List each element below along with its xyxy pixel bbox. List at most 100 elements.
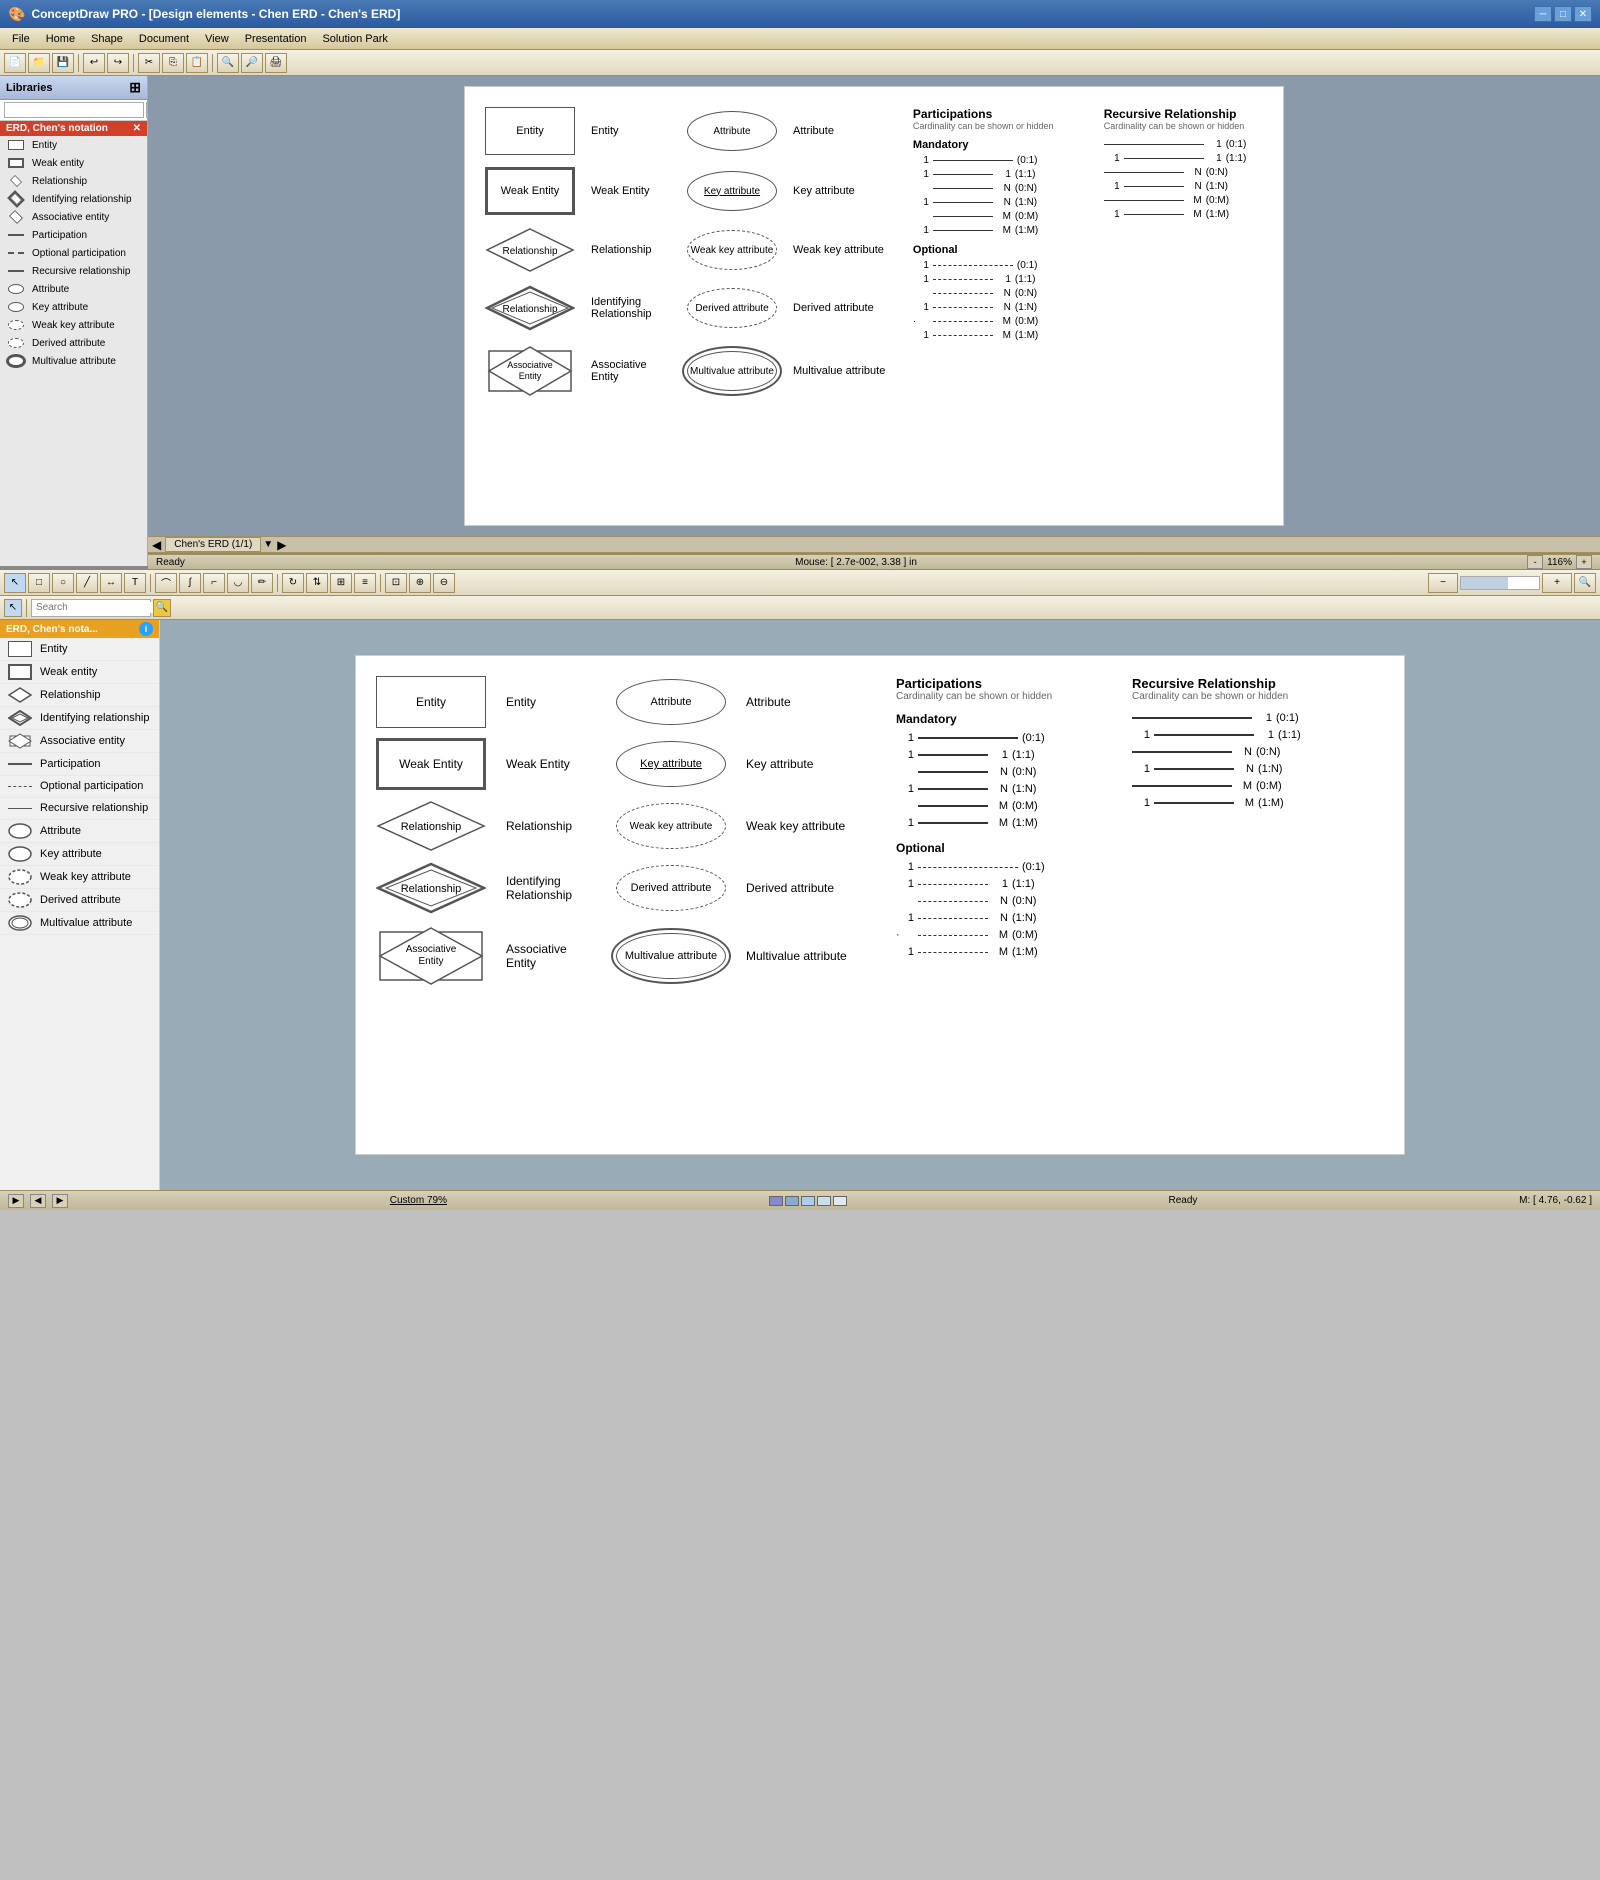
sidebar-item-weak-entity-bottom[interactable]: Weak entity xyxy=(0,661,159,684)
tb-zoom-icon[interactable]: 🔍 xyxy=(1574,573,1596,593)
shape-derived-attr-bottom[interactable]: Derived attribute xyxy=(616,865,726,911)
zoom-slider[interactable] xyxy=(1460,576,1540,590)
sidebar-item-recursive-bottom[interactable]: Recursive relationship xyxy=(0,798,159,821)
shape-multivalue-attr-top[interactable]: Multivalue attribute xyxy=(687,351,777,391)
diagram-box-bottom[interactable]: Entity Entity Attribute Attribute Weak E… xyxy=(355,655,1405,1155)
sidebar-item-relationship-top[interactable]: Relationship xyxy=(0,172,147,190)
tb-group[interactable]: ⊞ xyxy=(330,573,352,593)
search-field-bottom[interactable] xyxy=(31,599,151,617)
play-btn[interactable]: ▶ xyxy=(8,1194,24,1208)
tab-dropdown[interactable]: ▼ xyxy=(263,539,273,550)
library-group-close[interactable]: ✕ xyxy=(133,123,141,134)
shape-multivalue-attr-bottom[interactable]: Multivalue attribute xyxy=(616,933,726,979)
shape-weak-key-attr-top[interactable]: Weak key attribute xyxy=(687,230,777,270)
sidebar-item-entity-bottom[interactable]: Entity xyxy=(0,638,159,661)
menu-home[interactable]: Home xyxy=(38,31,83,47)
menu-view[interactable]: View xyxy=(197,31,237,47)
tb-zoom-in-b[interactable]: ⊕ xyxy=(409,573,431,593)
shape-weak-key-attr-bottom[interactable]: Weak key attribute xyxy=(616,803,726,849)
tb-open[interactable]: 📁 xyxy=(28,53,50,73)
tb-connector[interactable]: ↔ xyxy=(100,573,122,593)
shape-weak-entity-top[interactable]: Weak Entity xyxy=(485,167,575,215)
shape-attribute-top[interactable]: Attribute xyxy=(687,111,777,151)
sidebar-item-participation-top[interactable]: Participation xyxy=(0,226,147,244)
tb-undo[interactable]: ↩ xyxy=(83,53,105,73)
sidebar-item-optional-top[interactable]: Optional participation xyxy=(0,244,147,262)
sidebar-item-optional-bottom[interactable]: Optional participation xyxy=(0,776,159,798)
restore-button[interactable]: □ xyxy=(1554,6,1572,22)
tb-flip[interactable]: ⇅ xyxy=(306,573,328,593)
tb-curve[interactable]: ⌒ xyxy=(155,573,177,593)
tab-next[interactable]: ▶ xyxy=(277,538,286,552)
search-input-bottom[interactable] xyxy=(36,602,168,613)
shape-entity-top[interactable]: Entity xyxy=(485,107,575,155)
minimize-button[interactable]: ─ xyxy=(1534,6,1552,22)
close-button[interactable]: ✕ xyxy=(1574,6,1592,22)
sidebar-item-key-bottom[interactable]: Key attribute xyxy=(0,843,159,866)
shape-attribute-bottom[interactable]: Attribute xyxy=(616,679,726,725)
tb-paste[interactable]: 📋 xyxy=(186,53,208,73)
tab-chen-erd-top[interactable]: Chen's ERD (1/1) xyxy=(165,537,261,552)
sidebar-item-associative-bottom[interactable]: Associative entity xyxy=(0,730,159,753)
tb-select[interactable]: ↖ xyxy=(4,573,26,593)
tb-zoom-fit[interactable]: ⊡ xyxy=(385,573,407,593)
shape-identifying-bottom[interactable]: Relationship xyxy=(376,862,486,914)
menu-solution-park[interactable]: Solution Park xyxy=(314,31,395,47)
shape-identifying-top[interactable]: Relationship xyxy=(485,285,575,331)
tb-text[interactable]: T xyxy=(124,573,146,593)
next-btn[interactable]: ▶ xyxy=(52,1194,68,1208)
sidebar-item-identifying-bottom[interactable]: Identifying relationship xyxy=(0,707,159,730)
zoom-out-top[interactable]: - xyxy=(1527,555,1543,569)
sidebar-item-derived-top[interactable]: Derived attribute xyxy=(0,334,147,352)
tb-print[interactable]: 🖨 xyxy=(265,53,287,73)
zoom-in-top[interactable]: + xyxy=(1576,555,1592,569)
tb-zoom-out[interactable]: 🔎 xyxy=(241,53,263,73)
sidebar-item-entity-top[interactable]: Entity xyxy=(0,136,147,154)
tb-save[interactable]: 💾 xyxy=(52,53,74,73)
tb-arc[interactable]: ◡ xyxy=(227,573,249,593)
tb-search-go[interactable]: 🔍 xyxy=(153,599,171,617)
sidebar-item-multivalue-bottom[interactable]: Multivalue attribute xyxy=(0,912,159,935)
sidebar-item-weak-entity-top[interactable]: Weak entity xyxy=(0,154,147,172)
tab-prev[interactable]: ◀ xyxy=(152,538,161,552)
menu-file[interactable]: File xyxy=(4,31,38,47)
tb-pen[interactable]: ✏ xyxy=(251,573,273,593)
tb-ellipse[interactable]: ○ xyxy=(52,573,74,593)
prev-btn[interactable]: ◀ xyxy=(30,1194,46,1208)
tb-cut[interactable]: ✂ xyxy=(138,53,160,73)
sidebar-item-attribute-bottom[interactable]: Attribute xyxy=(0,820,159,843)
diagram-box-top[interactable]: Entity Entity Attribute Attribute Weak E… xyxy=(464,86,1284,526)
shape-associative-bottom[interactable]: AssociativeEntity xyxy=(376,924,486,988)
sidebar-item-attribute-top[interactable]: Attribute xyxy=(0,280,147,298)
library-group-header-top[interactable]: ERD, Chen's notation ✕ xyxy=(0,121,147,136)
shape-entity-bottom[interactable]: Entity xyxy=(376,676,486,728)
sidebar-item-weak-key-bottom[interactable]: Weak key attribute xyxy=(0,866,159,889)
shape-relationship-top[interactable]: Relationship xyxy=(485,227,575,273)
sidebar-item-recursive-top[interactable]: Recursive relationship xyxy=(0,262,147,280)
tb-line[interactable]: ╱ xyxy=(76,573,98,593)
tb-pointer[interactable]: ↖ xyxy=(4,599,22,617)
tb-zoom-in[interactable]: 🔍 xyxy=(217,53,239,73)
sidebar-item-participation-bottom[interactable]: Participation xyxy=(0,753,159,776)
sidebar-item-relationship-bottom[interactable]: Relationship xyxy=(0,684,159,707)
sidebar-item-identifying-top[interactable]: Identifying relationship xyxy=(0,190,147,208)
tb-bezier[interactable]: ∫ xyxy=(179,573,201,593)
menu-presentation[interactable]: Presentation xyxy=(237,31,315,47)
menu-shape[interactable]: Shape xyxy=(83,31,131,47)
tb-rotate[interactable]: ↻ xyxy=(282,573,304,593)
lib-group-header-bottom[interactable]: ERD, Chen's nota... i xyxy=(0,620,159,638)
tb-zoom-out-b[interactable]: ⊖ xyxy=(433,573,455,593)
tb-zoom-minus[interactable]: − xyxy=(1428,573,1458,593)
sidebar-item-derived-bottom[interactable]: Derived attribute xyxy=(0,889,159,912)
sidebar-item-weak-key-top[interactable]: Weak key attribute xyxy=(0,316,147,334)
tb-polyline[interactable]: ⌐ xyxy=(203,573,225,593)
shape-associative-top[interactable]: AssociativeEntity xyxy=(485,343,575,399)
libraries-expand[interactable]: ⊞ xyxy=(129,79,141,96)
menu-document[interactable]: Document xyxy=(131,31,197,47)
shape-derived-attr-top[interactable]: Derived attribute xyxy=(687,288,777,328)
tb-new[interactable]: 📄 xyxy=(4,53,26,73)
library-search-input-top[interactable] xyxy=(4,102,144,118)
tb-align[interactable]: ≡ xyxy=(354,573,376,593)
tb-redo[interactable]: ↪ xyxy=(107,53,129,73)
sidebar-item-multivalue-top[interactable]: Multivalue attribute xyxy=(0,352,147,370)
